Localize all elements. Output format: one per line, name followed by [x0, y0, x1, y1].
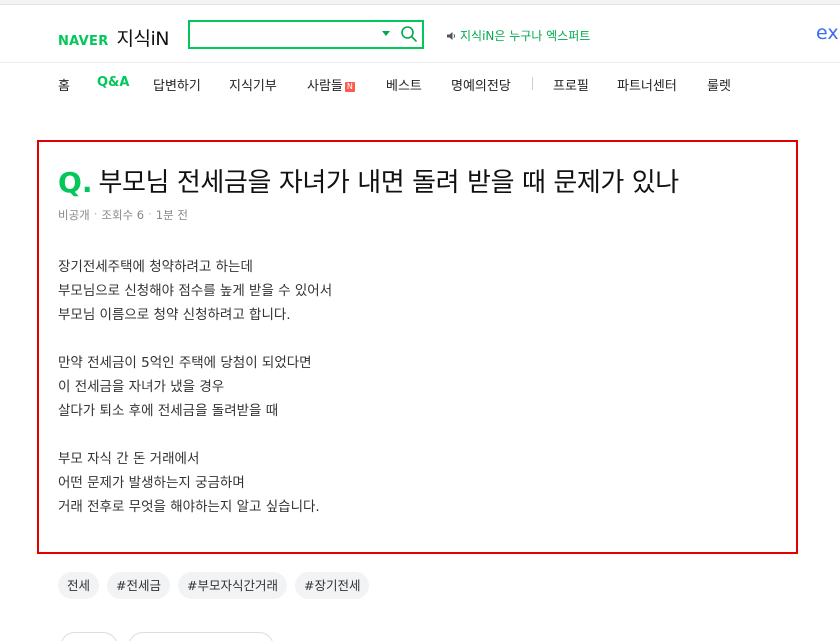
author: 비공개 [58, 208, 90, 222]
speaker-icon [447, 31, 455, 40]
logo[interactable]: NAVER 지식iN [58, 24, 169, 51]
tab-partner-center[interactable]: 파트너센터 [617, 75, 677, 94]
header: NAVER 지식iN 지식iN은 누구나 엑스퍼트 ex [0, 6, 840, 62]
view-count: 조회수 6 [101, 208, 145, 222]
tab-qna[interactable]: Q&A [97, 75, 129, 90]
tag-jeonsegeum[interactable]: #전세금 [107, 572, 170, 599]
question-paragraph: 부모 자식 간 돈 거래에서 어떤 문제가 발생하는지 궁금하며 거래 전후로 … [58, 447, 778, 519]
tab-people[interactable]: 사람들 N [307, 75, 355, 94]
q-mark: Q [58, 166, 82, 199]
body-line: 거래 전후로 무엇을 해야하는지 알고 싶습니다. [58, 499, 320, 515]
body-line: 만약 전세금이 5억인 주택에 당첨이 되었다면 [58, 355, 312, 371]
tab-profile[interactable]: 프로필 [553, 75, 589, 94]
main-nav: 홈 Q&A 답변하기 지식기부 사람들 N 베스트 명예의전당 프로필 파트너센터… [0, 63, 840, 103]
question-paragraph: 장기전세주택에 청약하려고 하는데 부모님으로 신청해야 점수를 높게 받을 수… [58, 255, 778, 327]
search-input[interactable] [196, 25, 372, 44]
tab-best[interactable]: 베스트 [386, 75, 422, 94]
body-line: 부모님 이름으로 청약 신청하려고 합니다. [58, 307, 291, 323]
tab-answer[interactable]: 답변하기 [153, 75, 201, 94]
new-badge: N [344, 82, 355, 92]
tab-roulette[interactable]: 룰렛 [707, 75, 731, 94]
tag-parent-child-transaction[interactable]: #부모자식간거래 [178, 572, 287, 599]
question-title-text: 부모님 전세금을 자녀가 내면 돌려 받을 때 문제가 있나 [98, 168, 679, 198]
nav-divider [532, 77, 533, 90]
search-options-caret-icon[interactable] [382, 31, 390, 36]
expert-promo-link[interactable]: 지식iN은 누구나 엑스퍼트 [446, 27, 590, 44]
promo-text: 지식iN은 누구나 엑스퍼트 [460, 29, 591, 43]
tag-long-term-jeonse[interactable]: #장기전세 [294, 572, 370, 599]
body-line: 부모님으로 신청해야 점수를 높게 받을 수 있어서 [58, 283, 333, 299]
body-line: 어떤 문제가 발생하는지 궁금하며 [58, 475, 245, 491]
q-dot: . [81, 166, 93, 199]
tag-jeonse[interactable]: 전세 [58, 572, 100, 599]
tab-hall-of-fame[interactable]: 명예의전당 [451, 75, 511, 94]
search-icon[interactable] [400, 25, 418, 43]
expert-logo[interactable]: ex [816, 22, 839, 44]
post-time: 1분 전 [155, 208, 188, 222]
action-button[interactable] [60, 632, 118, 641]
top-strip [0, 0, 840, 5]
body-line: 장기전세주택에 청약하려고 하는데 [58, 259, 253, 275]
meta-separator: · [93, 207, 98, 221]
kin-logo[interactable]: 지식iN [117, 24, 170, 51]
action-button[interactable] [128, 632, 274, 641]
tag-list: 전세 #전세금 #부모자식간거래 #장기전세 [58, 572, 370, 599]
tab-donation[interactable]: 지식기부 [229, 75, 277, 94]
tab-home[interactable]: 홈 [58, 75, 70, 94]
body-line: 부모 자식 간 돈 거래에서 [58, 451, 200, 467]
naver-logo[interactable]: NAVER [58, 34, 109, 49]
question-paragraph: 만약 전세금이 5억인 주택에 당첨이 되었다면 이 전세금을 자녀가 냈을 경… [58, 351, 778, 423]
body-line: 살다가 퇴소 후에 전세금을 돌려받을 때 [58, 403, 279, 419]
meta-separator: · [148, 207, 152, 221]
search-box [188, 20, 424, 49]
tab-people-label: 사람들 [307, 79, 343, 94]
question-title: Q. 부모님 전세금을 자녀가 내면 돌려 받을 때 문제가 있나 [58, 162, 798, 199]
question-meta: 비공개 · 조회수 6 · 1분 전 [58, 207, 188, 223]
body-line: 이 전세금을 자녀가 냈을 경우 [58, 379, 225, 395]
question-body: 장기전세주택에 청약하려고 하는데 부모님으로 신청해야 점수를 높게 받을 수… [58, 255, 778, 519]
